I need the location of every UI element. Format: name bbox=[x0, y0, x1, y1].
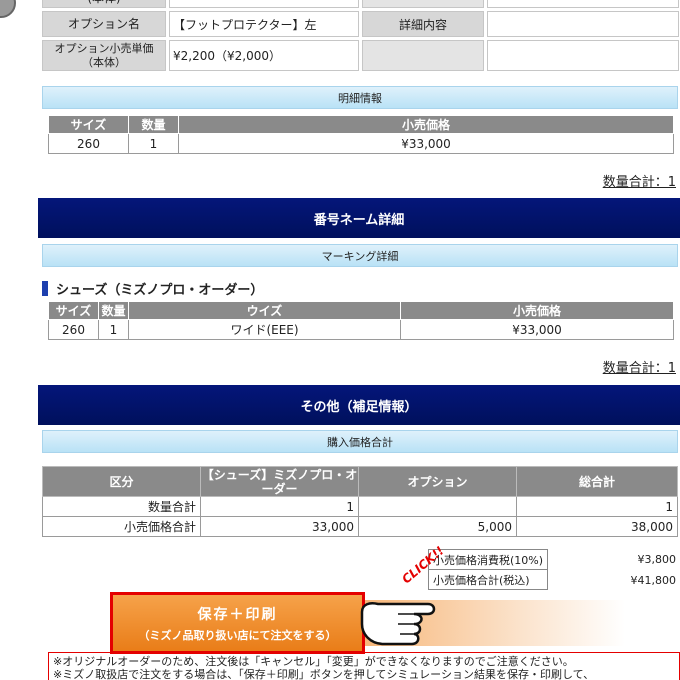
option-price-value: ¥2,200（¥2,000） bbox=[169, 40, 359, 71]
shoe-section-title: シューズ（ミズノプロ・オーダー） bbox=[42, 279, 263, 298]
table-row: 小売価格消費税(10%) bbox=[427, 549, 549, 570]
option-price-label: オプション小売単価 （本体） bbox=[42, 40, 166, 71]
option-name-label: オプション名 bbox=[42, 11, 166, 37]
option-row-value2 bbox=[487, 0, 679, 8]
tax-table: 小売価格消費税(10%) 小売価格合計(税込) bbox=[427, 549, 549, 590]
scroll-top-icon[interactable] bbox=[0, 0, 16, 18]
table-row: 260 1 ¥33,000 bbox=[48, 133, 674, 154]
cell-option: 5,000 bbox=[358, 516, 517, 537]
cell-price: ¥33,000 bbox=[178, 133, 674, 154]
option-row-0: (本体) bbox=[42, 0, 679, 8]
purchase-table: 区分 【シューズ】ミズノプロ・オーダー オプション 総合計 数量合計 1 1 小… bbox=[42, 466, 678, 537]
col-grand-total: 総合計 bbox=[516, 466, 678, 497]
detail-content-value bbox=[487, 11, 679, 37]
col-option: オプション bbox=[358, 466, 517, 497]
bango-header: 番号ネーム詳細 bbox=[38, 198, 680, 238]
option-row-label2 bbox=[362, 0, 484, 8]
marking-header: マーキング詳細 bbox=[42, 244, 678, 267]
meisai-header: 明細情報 bbox=[42, 86, 678, 109]
cell-width: ワイド(EEE) bbox=[128, 319, 401, 340]
tax-label: 小売価格消費税(10%) bbox=[427, 549, 549, 570]
save-print-label: 保存＋印刷 bbox=[197, 606, 278, 623]
pointing-hand-icon bbox=[360, 602, 436, 646]
col-price: 小売価格 bbox=[178, 115, 674, 134]
table-row: 小売価格合計(税込) bbox=[427, 569, 549, 590]
purchase-header: 購入価格合計 bbox=[42, 430, 678, 453]
notice-line: ※オリジナルオーダーのため、注文後は「キャンセル」「変更」ができなくなりますので… bbox=[53, 655, 574, 668]
option-row-value3 bbox=[487, 40, 679, 71]
total-with-tax-label: 小売価格合計(税込) bbox=[427, 569, 549, 590]
cell-qty: 1 bbox=[128, 133, 179, 154]
total-with-tax-value: ¥41,800 bbox=[630, 574, 677, 587]
col-qty: 数量 bbox=[98, 301, 129, 320]
option-row-1: オプション名 【フットプロテクター】左 詳細内容 bbox=[42, 11, 679, 37]
table-row: 260 1 ワイド(EEE) ¥33,000 bbox=[48, 319, 674, 340]
option-name-value: 【フットプロテクター】左 bbox=[169, 11, 359, 37]
cell-category: 小売価格合計 bbox=[42, 516, 201, 537]
table-row: 数量合計 1 1 bbox=[42, 496, 678, 517]
sonota-header: その他（補足情報） bbox=[38, 385, 680, 425]
col-size: サイズ bbox=[48, 115, 129, 134]
option-row-value bbox=[169, 0, 359, 8]
col-shoes: 【シューズ】ミズノプロ・オーダー bbox=[200, 466, 359, 497]
col-width: ウイズ bbox=[128, 301, 401, 320]
cell-total: 1 bbox=[516, 496, 678, 517]
shoe-table: サイズ 数量 ウイズ 小売価格 260 1 ワイド(EEE) ¥33,000 bbox=[48, 301, 674, 340]
cell-price: ¥33,000 bbox=[400, 319, 674, 340]
save-print-sublabel: （ミズノ品取り扱い店にて注文をする） bbox=[138, 628, 337, 642]
col-size: サイズ bbox=[48, 301, 99, 320]
option-row-label: (本体) bbox=[42, 0, 166, 8]
cell-option bbox=[358, 496, 517, 517]
cell-shoes: 1 bbox=[200, 496, 359, 517]
cell-shoes: 33,000 bbox=[200, 516, 359, 537]
col-price: 小売価格 bbox=[400, 301, 674, 320]
section-marker bbox=[42, 281, 48, 296]
table-row: 小売価格合計 33,000 5,000 38,000 bbox=[42, 516, 678, 537]
tax-value: ¥3,800 bbox=[637, 553, 677, 566]
notice-box: ※オリジナルオーダーのため、注文後は「キャンセル」「変更」ができなくなりますので… bbox=[48, 652, 680, 680]
notice-line: ※ミズノ取扱店で注文をする場合は、「保存＋印刷」ボタンを押してシミュレーション結… bbox=[53, 668, 595, 680]
meisai-table: サイズ 数量 小売価格 260 1 ¥33,000 bbox=[48, 115, 674, 154]
option-row-2: オプション小売単価 （本体） ¥2,200（¥2,000） bbox=[42, 40, 679, 71]
meisai-qty-total: 数量合計：1 bbox=[602, 175, 676, 190]
bango-qty-total: 数量合計：1 bbox=[602, 361, 676, 376]
cell-size: 260 bbox=[48, 319, 99, 340]
detail-content-label: 詳細内容 bbox=[362, 11, 484, 37]
option-row-blank bbox=[362, 40, 484, 71]
shoe-title-text: シューズ（ミズノプロ・オーダー） bbox=[56, 283, 264, 298]
cell-category: 数量合計 bbox=[42, 496, 201, 517]
cell-total: 38,000 bbox=[516, 516, 678, 537]
col-qty: 数量 bbox=[128, 115, 179, 134]
save-print-button[interactable]: 保存＋印刷 （ミズノ品取り扱い店にて注文をする） bbox=[110, 592, 365, 654]
cell-qty: 1 bbox=[98, 319, 129, 340]
col-category: 区分 bbox=[42, 466, 201, 497]
cell-size: 260 bbox=[48, 133, 129, 154]
